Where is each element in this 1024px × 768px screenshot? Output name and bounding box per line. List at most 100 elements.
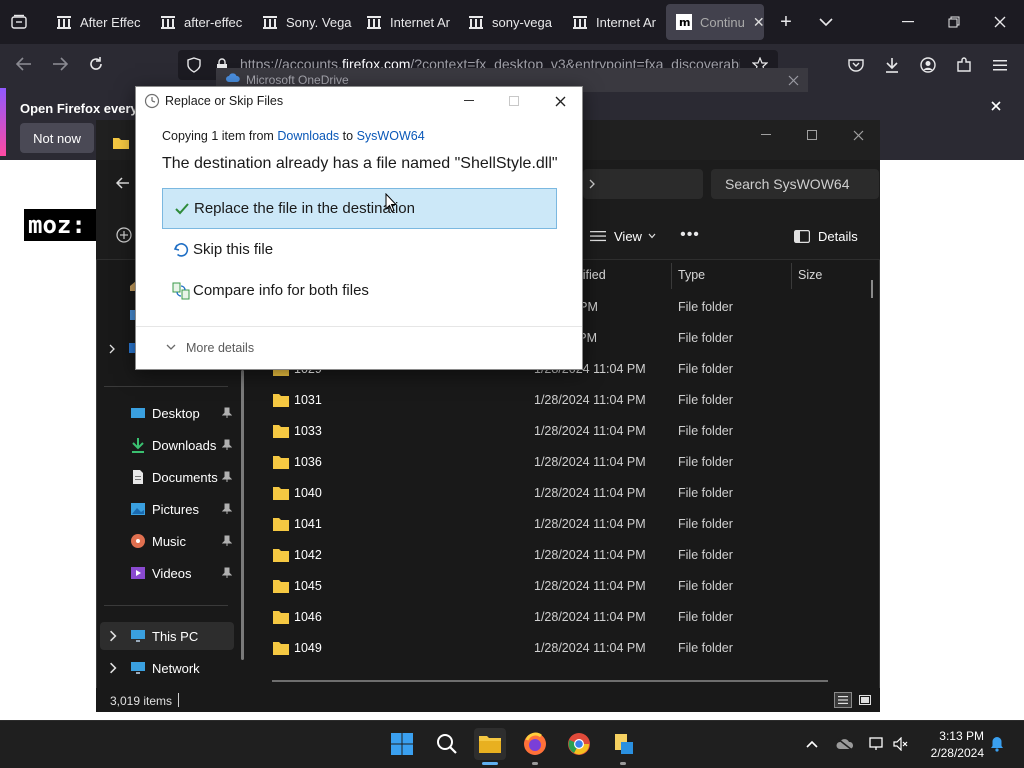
firefox-icon[interactable] bbox=[519, 728, 551, 760]
table-row[interactable]: 1031 1/28/2024 11:04 PM File folder bbox=[256, 385, 872, 416]
sidebar-item-downloads[interactable]: Downloads bbox=[100, 431, 234, 459]
chrome-icon[interactable] bbox=[563, 728, 595, 760]
table-row[interactable]: 1049 1/28/2024 11:04 PM File folder bbox=[256, 633, 872, 664]
explorer-back-icon[interactable] bbox=[114, 175, 132, 191]
reload-icon[interactable] bbox=[86, 54, 106, 74]
expand-chevron-icon[interactable] bbox=[108, 662, 118, 674]
table-row[interactable]: 1036 1/28/2024 11:04 PM File folder bbox=[256, 447, 872, 478]
pin-icon[interactable] bbox=[222, 535, 232, 547]
search-input[interactable]: Search SysWOW64 bbox=[711, 169, 879, 199]
nav-scrollbar[interactable] bbox=[241, 370, 244, 660]
chevron-up-icon[interactable] bbox=[804, 736, 820, 752]
more-details-toggle[interactable]: More details bbox=[186, 341, 254, 355]
table-row[interactable]: 1041 1/28/2024 11:04 PM File folder bbox=[256, 509, 872, 540]
expand-chevron-icon[interactable] bbox=[108, 630, 118, 642]
column-header-type[interactable]: Type bbox=[678, 268, 705, 282]
more-options-icon[interactable]: ••• bbox=[680, 226, 700, 243]
replace-file-button[interactable]: Replace the file in the destination bbox=[162, 188, 557, 229]
table-row[interactable]: 1042 1/28/2024 11:04 PM File folder bbox=[256, 540, 872, 571]
tab-continue-active[interactable]: m Continu ✕ bbox=[666, 4, 764, 40]
sidebar-item-documents[interactable]: Documents bbox=[100, 463, 234, 491]
column-header-size[interactable]: Size bbox=[798, 268, 822, 282]
sidebar-item-this-pc[interactable]: This PC bbox=[100, 622, 234, 650]
clock-date[interactable]: 2/28/2024 bbox=[920, 746, 984, 760]
network-tray-icon[interactable] bbox=[868, 736, 886, 752]
pin-icon[interactable] bbox=[222, 439, 232, 451]
table-row[interactable]: 1046 1/28/2024 11:04 PM File folder bbox=[256, 602, 872, 633]
volume-muted-icon[interactable] bbox=[892, 736, 910, 752]
tab-after-effects-1[interactable]: After Effec bbox=[46, 4, 150, 40]
search-icon[interactable] bbox=[431, 728, 463, 760]
hamburger-menu-icon[interactable] bbox=[990, 55, 1010, 75]
breadcrumb-chevron-icon[interactable] bbox=[586, 177, 598, 191]
new-tab-icon[interactable]: + bbox=[776, 11, 796, 33]
table-row[interactable]: 1040 1/28/2024 11:04 PM File folder bbox=[256, 478, 872, 509]
minimize-icon[interactable] bbox=[898, 12, 918, 32]
table-row[interactable]: 1045 1/28/2024 11:04 PM File folder bbox=[256, 571, 872, 602]
details-view-toggle-icon[interactable] bbox=[834, 692, 852, 708]
close-notification-icon[interactable] bbox=[988, 98, 1004, 114]
view-button[interactable]: View bbox=[590, 227, 660, 245]
folder-icon bbox=[273, 642, 289, 655]
destination-link[interactable]: SysWOW64 bbox=[357, 129, 425, 143]
start-button-icon[interactable] bbox=[386, 728, 418, 760]
column-header-modified[interactable]: lified bbox=[580, 268, 606, 282]
explorer-maximize-icon[interactable] bbox=[802, 127, 822, 143]
computer-icon bbox=[131, 630, 145, 642]
column-separator[interactable] bbox=[671, 263, 672, 289]
explorer-close-icon[interactable] bbox=[848, 127, 868, 143]
tab-internet-archive-2[interactable]: Internet Ar bbox=[562, 4, 664, 40]
close-tab-icon[interactable]: ✕ bbox=[753, 14, 764, 31]
folder-icon bbox=[273, 425, 289, 438]
pin-icon[interactable] bbox=[222, 567, 232, 579]
shield-icon[interactable] bbox=[184, 55, 204, 75]
back-arrow-icon[interactable] bbox=[14, 54, 34, 74]
restore-icon[interactable] bbox=[944, 12, 964, 32]
dialog-minimize-icon[interactable] bbox=[460, 93, 478, 109]
pin-icon[interactable] bbox=[222, 407, 232, 419]
chevron-down-icon[interactable] bbox=[816, 12, 836, 32]
expand-chevron-icon[interactable] bbox=[106, 342, 118, 356]
account-icon[interactable] bbox=[918, 55, 938, 75]
file-explorer-taskbar-icon[interactable] bbox=[474, 728, 506, 760]
clock-time[interactable]: 3:13 PM bbox=[932, 729, 984, 743]
onedrive-close-icon[interactable] bbox=[784, 72, 802, 88]
pocket-icon[interactable] bbox=[846, 55, 866, 75]
tab-list-icon[interactable] bbox=[8, 12, 30, 32]
sidebar-item-network[interactable]: Network bbox=[100, 654, 234, 682]
horizontal-scrollbar[interactable] bbox=[272, 680, 828, 682]
tab-sony-vegas-2[interactable]: sony-vega bbox=[458, 4, 562, 40]
pin-icon[interactable] bbox=[222, 471, 232, 483]
chevron-down-icon[interactable] bbox=[166, 343, 176, 353]
close-window-icon[interactable] bbox=[990, 12, 1010, 32]
sidebar-item-pictures[interactable]: Pictures bbox=[100, 495, 234, 523]
sidebar-item-music[interactable]: Music bbox=[100, 527, 234, 555]
address-bar[interactable] bbox=[583, 169, 703, 199]
tab-label: Internet Ar bbox=[390, 14, 450, 30]
tab-after-effects-2[interactable]: after-effec bbox=[150, 4, 252, 40]
extensions-icon[interactable] bbox=[954, 55, 974, 75]
notification-bell-icon[interactable] bbox=[988, 736, 1006, 752]
tab-internet-archive-1[interactable]: Internet Ar bbox=[356, 4, 458, 40]
folder-icon bbox=[273, 518, 289, 531]
pin-icon[interactable] bbox=[222, 503, 232, 515]
onedrive-tray-icon[interactable] bbox=[836, 736, 854, 752]
column-separator[interactable] bbox=[791, 263, 792, 289]
source-link[interactable]: Downloads bbox=[277, 129, 339, 143]
new-item-icon[interactable] bbox=[116, 227, 132, 243]
details-pane-button[interactable]: Details bbox=[794, 227, 864, 245]
tab-sony-vegas-1[interactable]: Sony. Vega bbox=[252, 4, 356, 40]
large-icons-toggle-icon[interactable] bbox=[856, 692, 874, 708]
skip-file-button[interactable]: Skip this file bbox=[162, 229, 557, 270]
table-row[interactable]: 1033 1/28/2024 11:04 PM File folder bbox=[256, 416, 872, 447]
not-now-button[interactable]: Not now bbox=[20, 123, 94, 153]
files-utility-icon[interactable] bbox=[607, 728, 639, 760]
explorer-minimize-icon[interactable] bbox=[756, 127, 776, 143]
compare-info-button[interactable]: Compare info for both files bbox=[162, 270, 557, 311]
download-icon[interactable] bbox=[882, 55, 902, 75]
sidebar-item-desktop[interactable]: Desktop bbox=[100, 399, 234, 427]
videos-icon bbox=[131, 567, 145, 579]
dialog-close-icon[interactable] bbox=[551, 93, 569, 109]
forward-arrow-icon[interactable] bbox=[50, 54, 70, 74]
sidebar-item-videos[interactable]: Videos bbox=[100, 559, 234, 587]
